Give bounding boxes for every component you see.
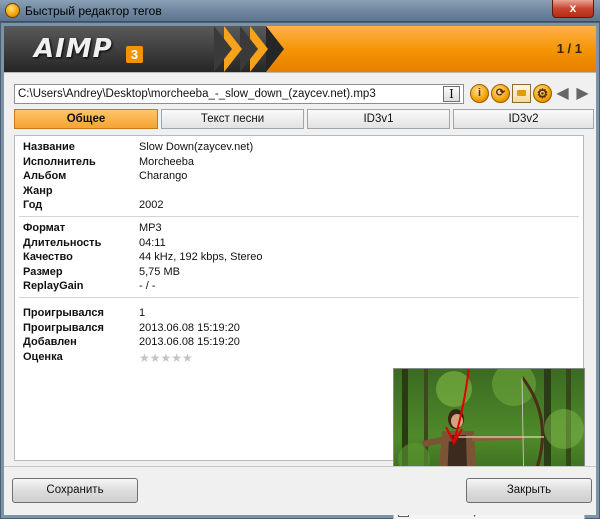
tab-id3v1[interactable]: ID3v1 [307,109,450,129]
field-value[interactable]: Charango [139,170,187,182]
document-icon[interactable] [512,84,531,103]
field-value: 1 [139,307,146,319]
field-label: Формат [23,222,66,234]
window-close-button[interactable]: x [552,0,594,18]
tab-general[interactable]: Общее [14,109,158,129]
banner-chevron-icon [266,26,284,72]
field-label: Проигрывался [23,321,104,334]
header-banner: AIMP 3 1 / 1 [4,26,596,72]
aimp-app-icon [5,3,20,18]
field-label: Качество [23,251,73,263]
next-arrow-icon[interactable]: ▶ [573,84,592,103]
field-label: Альбом [23,170,67,182]
field-value: MP3 [139,222,162,234]
dialog-footer: Сохранить Закрыть [4,466,596,515]
field-label: Год [23,199,43,211]
refresh-icon[interactable]: ⟳ [491,84,510,103]
file-path-field[interactable]: C:\Users\Andrey\Desktop\morcheeba_-_slow… [14,84,464,104]
aimp-logo-version: 3 [126,46,143,63]
divider [19,297,579,298]
previous-arrow-icon[interactable]: ◀ [553,84,572,103]
tab-id3v2[interactable]: ID3v2 [453,109,594,129]
divider [19,216,579,217]
file-counter: 1 / 1 [556,41,582,56]
title-bar: Быстрый редактор тегов x [0,0,600,22]
field-label: Длительность [23,236,102,249]
field-value: - / - [139,280,156,292]
aimp-logo: AIMP [34,34,113,64]
field-value: 5,75 MB [139,265,180,278]
field-value[interactable]: 2002 [139,199,163,211]
close-button[interactable]: Закрыть [466,478,592,503]
rating-stars-icon[interactable]: ★★★★★ [139,351,193,365]
field-label: Название [23,141,75,153]
field-label: Добавлен [23,336,77,348]
field-label: Размер [23,265,63,278]
field-value: 2013.06.08 15:19:20 [139,336,240,348]
field-value: 44 kHz, 192 kbps, Stereo [139,251,263,263]
editor-panel: C:\Users\Andrey\Desktop\morcheeba_-_slow… [4,72,596,519]
text-cursor-icon[interactable]: I [443,86,460,102]
info-icon[interactable]: i [470,84,489,103]
field-value[interactable]: Morcheeba [139,156,194,168]
field-label: Проигрывался [23,307,104,319]
file-path-text: C:\Users\Andrey\Desktop\morcheeba_-_slow… [18,88,376,100]
field-label: Жанр [23,184,53,197]
field-label: ReplayGain [23,280,84,292]
banner-chevron-icon [240,26,258,72]
tag-info-panel: Название Slow Down(zaycev.net) Исполните… [14,135,585,519]
field-value: 04:11 [139,236,166,249]
field-label: Исполнитель [23,155,96,168]
field-value[interactable]: Slow Down(zaycev.net) [139,141,253,153]
window-title: Быстрый редактор тегов [25,4,162,18]
field-value: 2013.06.08 15:19:20 [139,321,240,334]
gear-icon[interactable]: ⚙ [533,84,552,103]
banner-chevron-icon [214,26,232,72]
save-button[interactable]: Сохранить [12,478,138,503]
tab-lyrics[interactable]: Текст песни [161,109,304,129]
field-label: Оценка [23,350,63,363]
